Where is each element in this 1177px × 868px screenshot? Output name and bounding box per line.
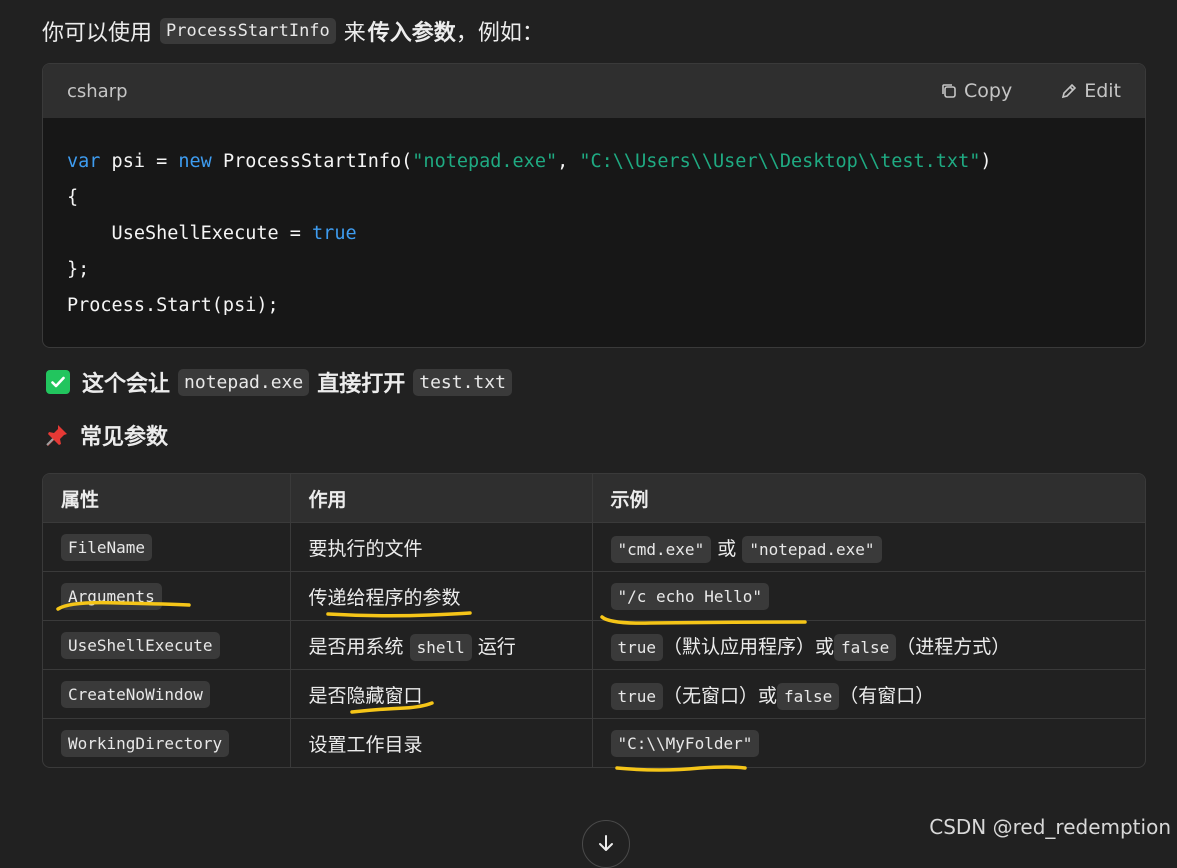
intro-suffix: ，例如： <box>455 21 544 46</box>
inline-code-test-txt: test.txt <box>413 368 512 396</box>
result-text-1: 这个会让 <box>82 372 171 397</box>
table-cell-property: FileName <box>43 522 291 572</box>
table-cell-example: true （无窗口）或 false （有窗口） <box>592 669 1145 719</box>
table-cell-property: Arguments <box>43 571 291 621</box>
property-code: UseShellExecute <box>61 632 220 659</box>
purpose-text: 是否用系统 <box>308 635 404 658</box>
result-line: 这个会让 notepad.exe 直接打开 test.txt <box>46 365 512 399</box>
example-text: 或 <box>717 537 737 560</box>
table-header-property: 属性 <box>43 474 291 523</box>
code-token-var: var <box>67 151 101 172</box>
intro-bold: 传入参数 <box>367 21 456 46</box>
code-line-1: var psi = new ProcessStartInfo("notepad.… <box>67 144 1121 180</box>
code-block: csharp Copy Edit var psi = new ProcessSt… <box>42 63 1146 348</box>
arrow-down-icon <box>599 835 613 851</box>
table-header-example: 示例 <box>592 474 1145 523</box>
code-line-4: }; <box>67 259 90 280</box>
code-token-true: true <box>312 223 357 244</box>
example-code: "notepad.exe" <box>742 535 882 563</box>
property-code: Arguments <box>61 583 162 610</box>
table-cell-property: CreateNoWindow <box>43 669 291 719</box>
property-code: FileName <box>61 534 153 561</box>
parameters-table: 属性 作用 示例 FileName 要执行的文件 "cmd.exe" 或 "no… <box>42 473 1146 768</box>
watermark: CSDN @red_redemption <box>929 815 1171 839</box>
example-code: true <box>610 633 664 661</box>
code-block-header: csharp Copy Edit <box>43 64 1145 118</box>
code-body: var psi = new ProcessStartInfo("notepad.… <box>43 118 1145 324</box>
table-cell-example: "/c echo Hello" <box>592 571 1145 621</box>
code-language-label: csharp <box>67 80 128 102</box>
example-code: false <box>834 633 897 661</box>
table-row: FileName 要执行的文件 "cmd.exe" 或 "notepad.exe… <box>43 522 1145 572</box>
table-cell-property: WorkingDirectory <box>43 718 291 767</box>
example-code: "C:\\MyFolder" <box>610 730 760 757</box>
code-token-arg2: "C:\\Users\\User\\Desktop\\test.txt" <box>579 151 981 172</box>
table-cell-purpose: 传递给程序的参数 <box>290 571 593 621</box>
table-row: UseShellExecute 是否用系统 shell 运行 true （默认应用… <box>43 620 1145 670</box>
code-token-new: new <box>178 151 212 172</box>
table-cell-property: UseShellExecute <box>43 620 291 670</box>
table-cell-purpose: 是否隐藏窗口 <box>290 669 593 719</box>
section-title: 常见参数 <box>80 425 169 450</box>
table-cell-example: "cmd.exe" 或 "notepad.exe" <box>592 522 1145 572</box>
code-token-close: ) <box>980 151 992 172</box>
code-token-arg1: "notepad.exe" <box>412 151 558 172</box>
purpose-text: 运行 <box>477 635 516 658</box>
table-row: WorkingDirectory 设置工作目录 "C:\\MyFolder" <box>43 718 1145 768</box>
table-header-row: 属性 作用 示例 <box>43 474 1145 523</box>
check-box-icon <box>46 370 70 394</box>
table-cell-purpose: 是否用系统 shell 运行 <box>290 620 593 670</box>
table-cell-purpose: 设置工作目录 <box>290 718 593 767</box>
intro-middle: 来 <box>343 21 366 46</box>
intro-text: 你可以使用 ProcessStartInfo 来 传入参数，例如： <box>42 14 544 48</box>
table-cell-example: "C:\\MyFolder" <box>592 719 1145 768</box>
edit-button-label: Edit <box>1084 80 1121 102</box>
example-code: "/c echo Hello" <box>610 583 769 610</box>
copy-button-label: Copy <box>964 80 1013 102</box>
purpose-code: shell <box>409 633 472 661</box>
section-heading: 常见参数 <box>44 418 168 452</box>
code-token-sep: , <box>557 151 580 172</box>
edit-icon <box>1062 83 1077 99</box>
copy-button[interactable]: Copy <box>940 80 1012 102</box>
code-token-ident: psi = <box>100 151 179 172</box>
example-code: true <box>610 682 664 710</box>
example-text: （无窗口）或 <box>663 684 778 707</box>
code-token-ctor: ProcessStartInfo( <box>211 151 413 172</box>
example-text: （进程方式） <box>896 635 1011 658</box>
property-code: CreateNoWindow <box>61 681 210 708</box>
inline-code-notepad: notepad.exe <box>178 368 310 396</box>
example-text: （有窗口） <box>839 684 935 707</box>
example-code: false <box>777 682 840 710</box>
code-line-2: { <box>67 187 79 208</box>
intro-prefix: 你可以使用 <box>42 21 153 46</box>
code-line-5: Process.Start(psi); <box>67 295 279 316</box>
edit-button[interactable]: Edit <box>1060 80 1121 102</box>
table-row: CreateNoWindow 是否隐藏窗口 true （无窗口）或 false （有窗… <box>43 669 1145 719</box>
copy-icon <box>942 84 956 98</box>
table-cell-purpose: 要执行的文件 <box>290 522 593 572</box>
table-header-purpose: 作用 <box>290 474 593 523</box>
example-text: （默认应用程序）或 <box>663 635 835 658</box>
example-code: "cmd.exe" <box>610 535 712 563</box>
table-row: Arguments 传递给程序的参数 "/c echo Hello" <box>43 571 1145 621</box>
code-token-prop: UseShellExecute = <box>67 223 313 244</box>
result-text-2: 直接打开 <box>317 372 406 397</box>
table-cell-example: true （默认应用程序）或 false （进程方式） <box>592 620 1145 670</box>
code-line-3: UseShellExecute = true <box>67 216 1121 252</box>
property-code: WorkingDirectory <box>61 730 230 757</box>
inline-code-processstartinfo: ProcessStartInfo <box>160 18 336 44</box>
scroll-to-bottom-button[interactable] <box>582 820 630 868</box>
pushpin-icon <box>46 425 67 446</box>
